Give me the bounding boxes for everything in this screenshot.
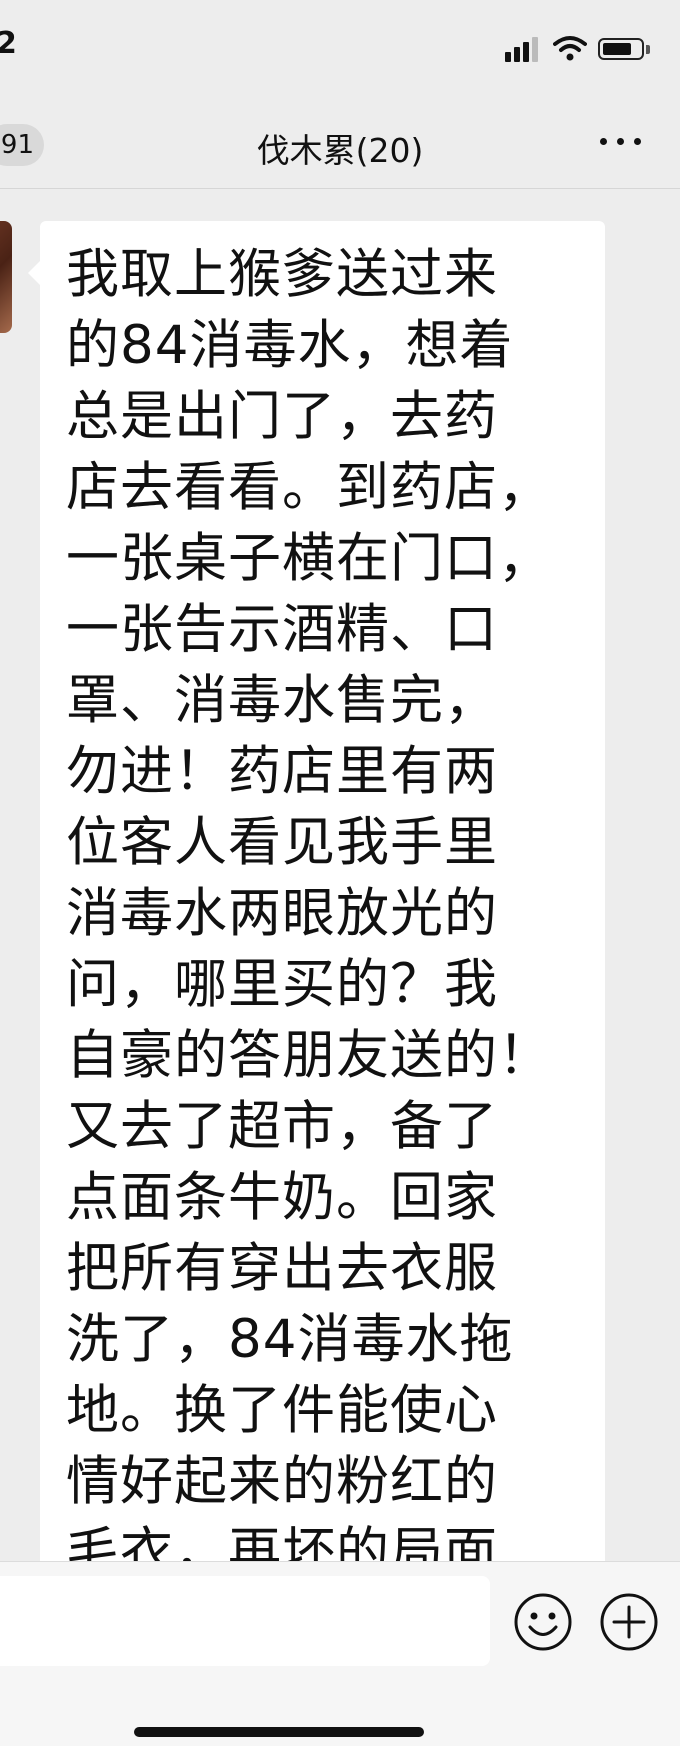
sender-avatar[interactable] xyxy=(0,221,12,333)
message-input[interactable] xyxy=(0,1576,490,1666)
input-bar xyxy=(0,1561,680,1746)
chat-header: 91 伐木累(20) xyxy=(0,100,680,189)
status-time: 2 xyxy=(0,26,17,61)
message-text: 我取上猴爹送过来 的84消毒水，想着 总是出门了，去药 店去看看。到药店， 一张… xyxy=(66,244,552,1561)
wifi-icon xyxy=(553,36,587,61)
message-bubble[interactable]: 我取上猴爹送过来 的84消毒水，想着 总是出门了，去药 店去看看。到药店， 一张… xyxy=(28,221,605,1561)
cellular-signal-icon xyxy=(505,36,545,62)
emoji-icon[interactable] xyxy=(513,1592,573,1652)
home-indicator xyxy=(134,1727,424,1737)
status-bar: 2 xyxy=(0,0,680,100)
chat-title: 伐木累(20) xyxy=(256,131,424,170)
plus-icon[interactable] xyxy=(599,1592,659,1652)
battery-icon xyxy=(598,38,644,60)
more-icon[interactable] xyxy=(600,138,644,150)
battery-cap xyxy=(646,45,650,54)
chat-message-list[interactable]: 我取上猴爹送过来 的84消毒水，想着 总是出门了，去药 店去看看。到药店， 一张… xyxy=(0,189,680,1561)
